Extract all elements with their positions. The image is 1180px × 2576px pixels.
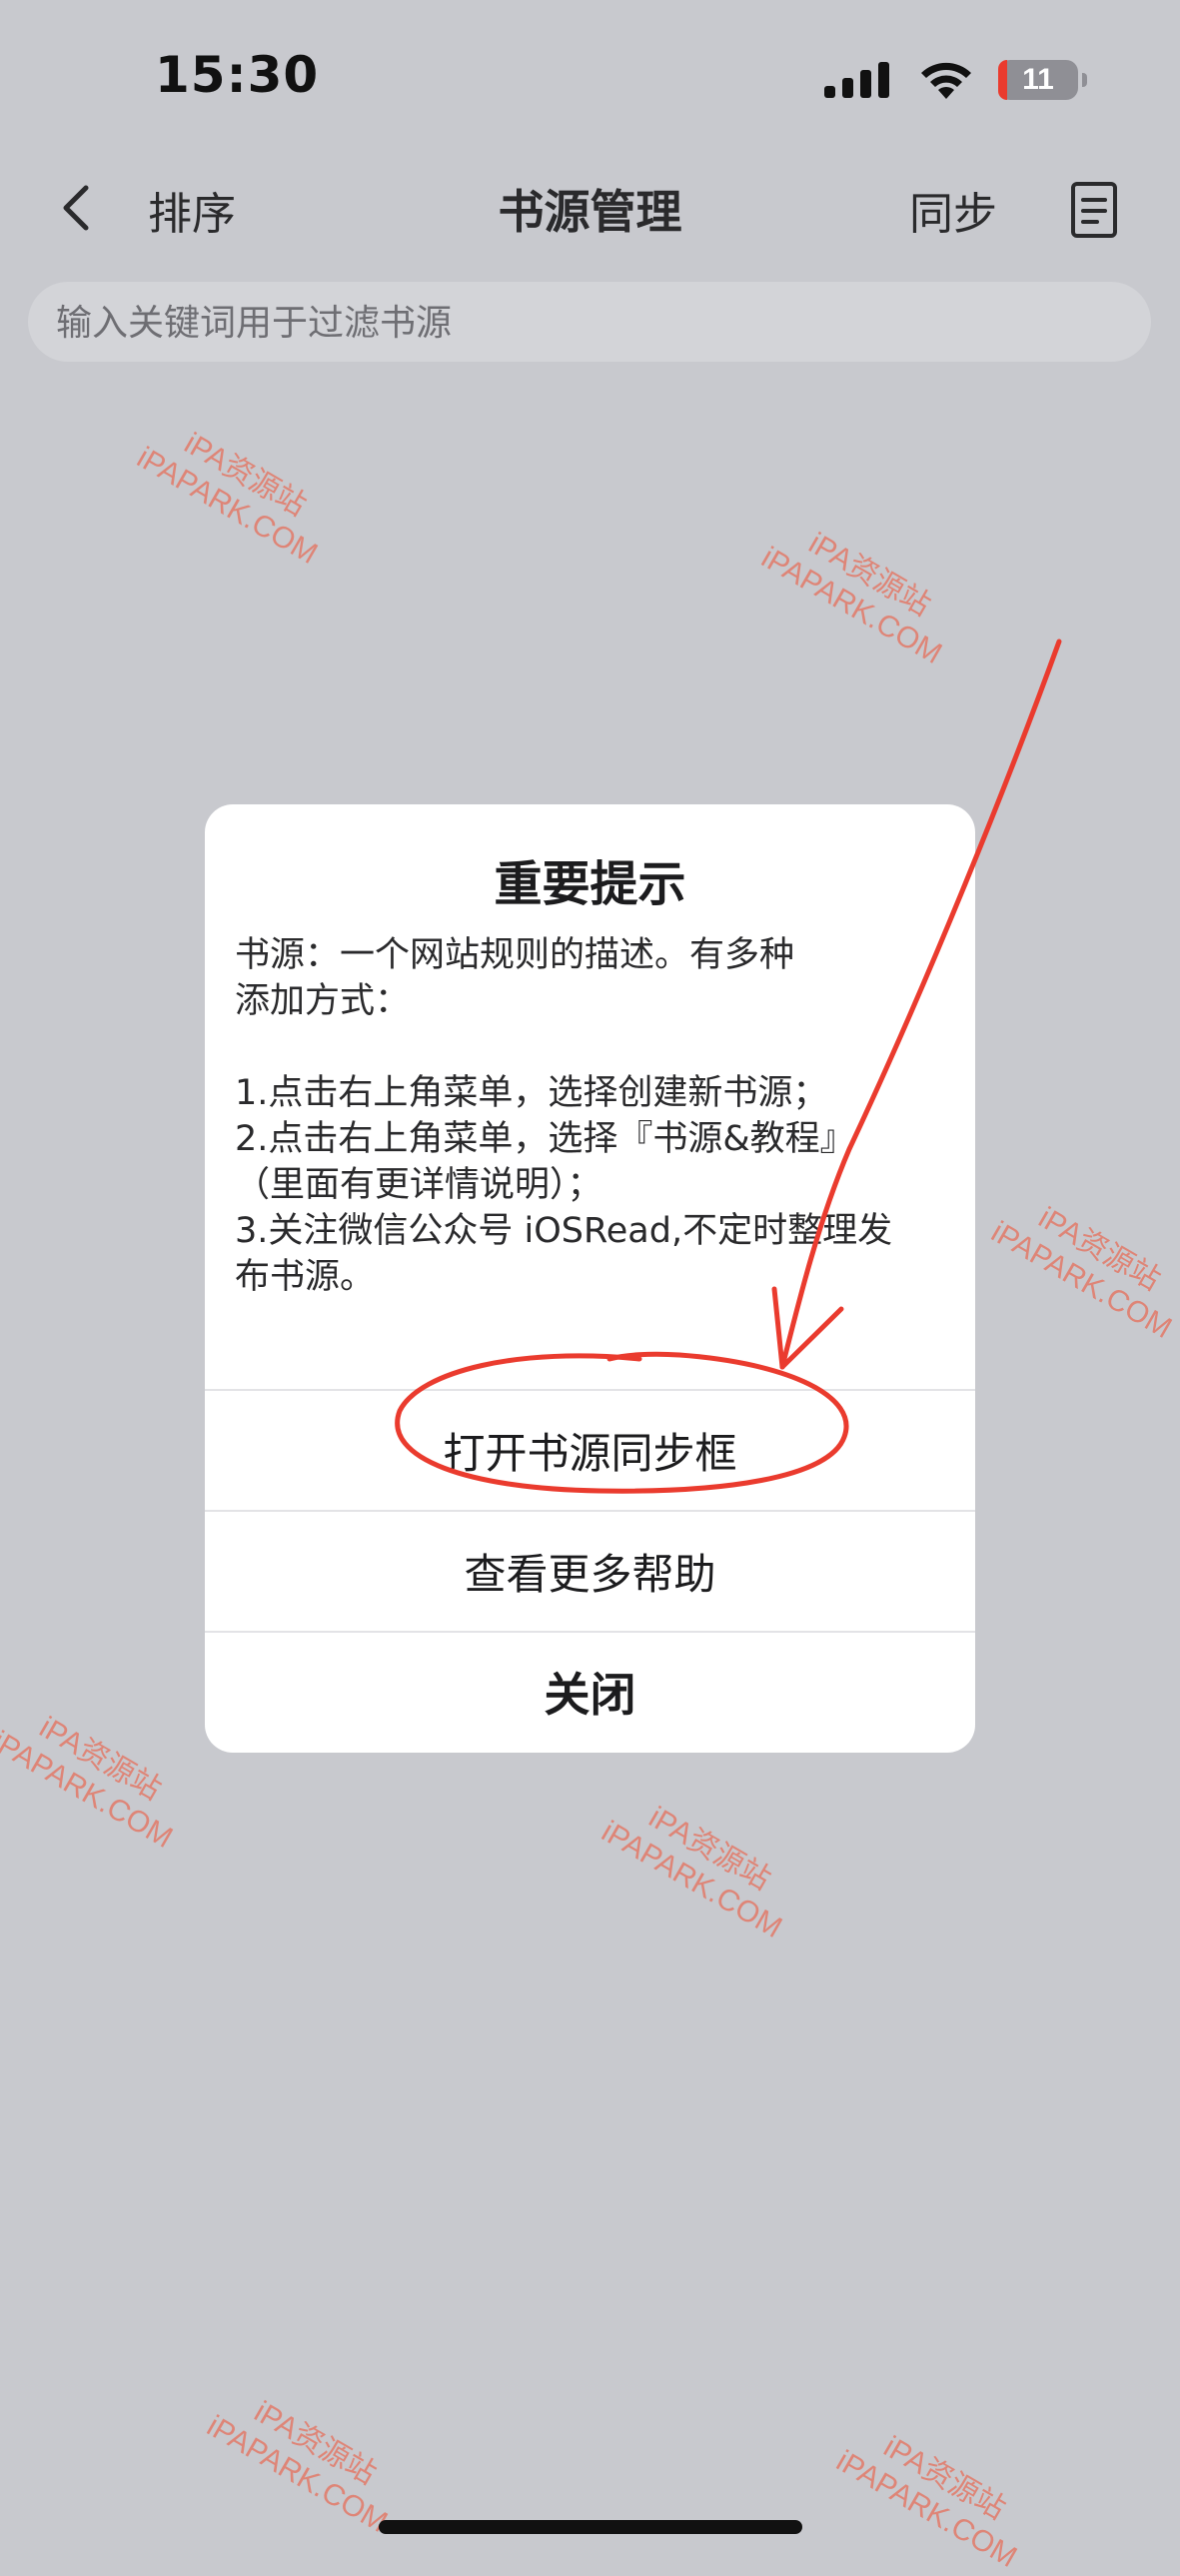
watermark: iPA资源站 iPAPARK.COM: [201, 2377, 412, 2540]
navigation-bar: 排序 书源管理 同步: [0, 150, 1180, 268]
dialog-intro-line: 书源：一个网站规则的描述。有多种: [235, 935, 795, 975]
battery-fill: [998, 60, 1007, 100]
dialog-step-line: 3.关注微信公众号 iOSRead,不定时整理发: [235, 1211, 893, 1251]
sync-button[interactable]: 同步: [909, 178, 997, 242]
status-icons: 11: [822, 56, 1087, 104]
dialog-step-line: （里面有更详情说明）；: [235, 1165, 602, 1205]
battery-tip: [1082, 73, 1087, 87]
watermark: iPA资源站 iPAPARK.COM: [131, 409, 342, 572]
close-button[interactable]: 关闭: [205, 1631, 975, 1751]
dialog-title: 重要提示: [494, 856, 686, 912]
search-input[interactable]: [54, 282, 1127, 364]
dialog-step-line: 2.点击右上角菜单，选择『书源&教程』: [235, 1119, 855, 1159]
watermark: iPA资源站 iPAPARK.COM: [595, 1783, 806, 1945]
status-bar: 15:30 11: [0, 0, 1180, 150]
watermark: iPA资源站 iPAPARK.COM: [830, 2412, 1041, 2575]
more-help-button[interactable]: 查看更多帮助: [205, 1510, 975, 1630]
cellular-signal-icon: [824, 62, 889, 98]
page-title: 书源管理: [498, 185, 682, 239]
wifi-icon: [921, 62, 971, 99]
battery-level: 11: [1022, 63, 1054, 96]
document-list-icon: [1071, 182, 1117, 238]
dialog-step-line: 布书源。: [235, 1257, 376, 1297]
open-sync-dialog-button[interactable]: 打开书源同步框: [205, 1389, 975, 1509]
dialog-message: 书源：一个网站规则的描述。有多种 添加方式： 1.点击右上角菜单，选择创建新书源…: [235, 932, 954, 1300]
search-bar: [28, 282, 1151, 364]
dialog-step-line: 1.点击右上角菜单，选择创建新书源；: [235, 1073, 828, 1113]
document-list-button[interactable]: [1067, 180, 1123, 240]
home-indicator[interactable]: [379, 2520, 802, 2534]
important-notice-dialog: 重要提示 书源：一个网站规则的描述。有多种 添加方式： 1.点击右上角菜单，选择…: [205, 804, 975, 1753]
watermark: iPA资源站 iPAPARK.COM: [755, 509, 966, 671]
dialog-spacer: [235, 1024, 954, 1070]
watermark: iPA资源站 iPAPARK.COM: [0, 1693, 197, 1856]
watermark: iPA资源站 iPAPARK.COM: [985, 1183, 1180, 1346]
dialog-intro-line: 添加方式：: [235, 981, 411, 1021]
battery-icon: 11: [998, 60, 1087, 100]
status-time: 15:30: [155, 46, 320, 104]
